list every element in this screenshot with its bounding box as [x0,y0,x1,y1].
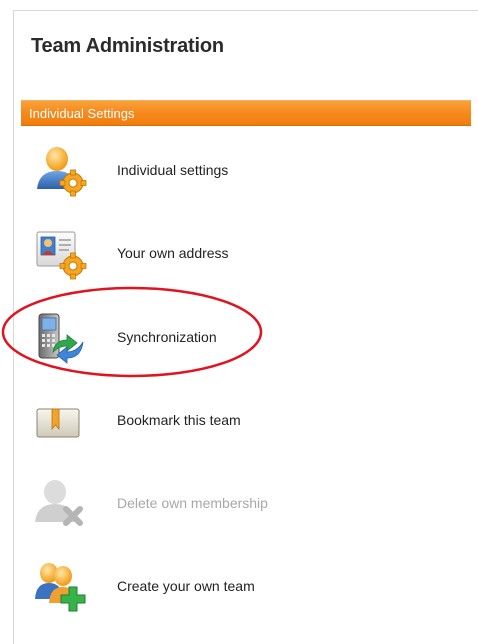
mobile-sync-icon [38,313,84,364]
menu-item-delete-own-membership: Delete own membership [21,474,471,534]
user-gear-icon [37,147,87,197]
team-add-icon [35,563,86,612]
address-card-gear-icon [36,231,87,280]
menu-item-synchronization[interactable]: Synchronization [21,308,471,368]
menu-item-label: Individual settings [117,162,229,178]
bookmark-icon [36,408,80,438]
menu-item-individual-settings[interactable]: Individual settings [21,141,471,201]
page-title: Team Administration [31,35,224,57]
menu-item-label: Your own address [117,245,229,261]
section-header-label: Individual Settings [29,106,135,121]
menu-item-label: Synchronization [117,329,217,345]
user-delete-icon [35,480,83,526]
menu-item-create-your-own-team[interactable]: Create your own team [21,557,471,617]
menu-item-label: Create your own team [117,578,255,594]
team-administration-panel: Team Administration Individual Settings [13,10,478,644]
menu-item-label: Delete own membership [117,495,268,511]
menu-item-your-own-address[interactable]: Your own address [21,224,471,284]
menu-item-bookmark-this-team[interactable]: Bookmark this team [21,391,471,451]
menu-item-label: Bookmark this team [117,412,241,428]
section-header-individual-settings: Individual Settings [21,100,471,126]
